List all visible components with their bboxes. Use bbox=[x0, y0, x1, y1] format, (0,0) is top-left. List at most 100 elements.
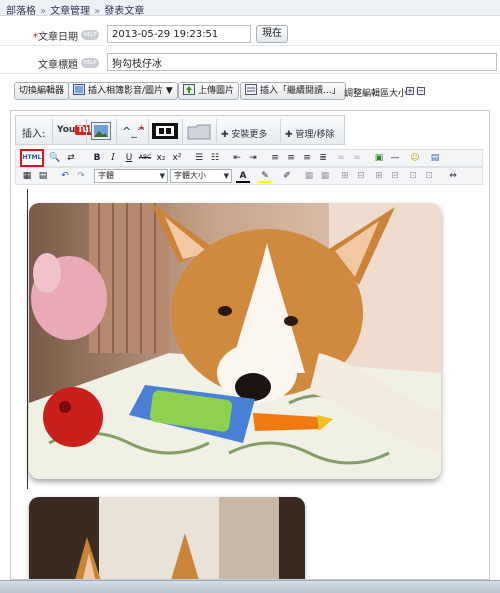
adjust-size-label: 調整編輯區大小 bbox=[344, 89, 408, 99]
breadcrumb-post-article: 發表文章 bbox=[104, 6, 145, 17]
folder-icon bbox=[187, 124, 211, 140]
smiley-icon[interactable]: ☺ bbox=[408, 151, 422, 165]
col-insert-icon[interactable]: ⊞ bbox=[372, 169, 386, 183]
plus-icon: ✚ bbox=[221, 130, 232, 140]
highlight-color-icon[interactable]: ✎ bbox=[258, 169, 272, 183]
align-left-icon[interactable]: ≡ bbox=[268, 151, 282, 165]
upload-image-button[interactable]: 上傳圖片 bbox=[178, 82, 240, 100]
date-label-text: 文章日期 bbox=[38, 32, 78, 43]
svg-text:+: + bbox=[138, 123, 144, 132]
paste-word-icon[interactable]: ▤ bbox=[36, 169, 50, 183]
manage-plugins-button[interactable]: ✚ 管理/移除 bbox=[280, 119, 346, 143]
date-field[interactable] bbox=[107, 25, 251, 43]
breadcrumb-separator: » bbox=[94, 6, 101, 17]
folder-plugin[interactable] bbox=[182, 119, 214, 143]
chevron-down-icon: ▼ bbox=[163, 86, 173, 96]
install-more-button[interactable]: ✚ 安裝更多 bbox=[216, 119, 278, 143]
replace-icon[interactable]: ⇄ bbox=[64, 151, 78, 165]
emoticon-plugin[interactable]: ^_^ + bbox=[116, 119, 146, 143]
fullscreen-icon[interactable]: ⇔ bbox=[446, 169, 460, 183]
text-color-icon[interactable]: A bbox=[236, 169, 250, 183]
film-icon bbox=[152, 123, 178, 139]
subscript-icon[interactable]: x₂ bbox=[154, 151, 168, 165]
editor-tools-row: 切換編輯器 插入相簿影音/圖片 ▼ 上傳圖片 插入「繼續閱讀...」 調整編輯區… bbox=[0, 80, 500, 104]
merge-cell-icon[interactable]: ⊡ bbox=[422, 169, 436, 183]
underline-icon[interactable]: U bbox=[122, 151, 136, 165]
help-icon[interactable]: HELP bbox=[81, 58, 99, 68]
superscript-icon[interactable]: x² bbox=[170, 151, 184, 165]
font-family-select[interactable]: 字體 ▼ bbox=[94, 169, 168, 183]
date-row: *文章日期 HELP 現在 bbox=[0, 22, 500, 46]
breadcrumb: 部落格» 文章管理» 發表文章 bbox=[0, 0, 500, 17]
text-caret bbox=[27, 189, 28, 489]
media-icon[interactable]: ▤ bbox=[428, 151, 442, 165]
breadcrumb-separator: » bbox=[40, 6, 47, 17]
plus-icon: ✚ bbox=[285, 130, 296, 140]
youtube-text: You bbox=[57, 125, 76, 135]
corgi-photo[interactable] bbox=[29, 203, 441, 479]
italic-icon[interactable]: I bbox=[106, 151, 120, 165]
upload-icon bbox=[183, 84, 195, 95]
insert-readmore-button[interactable]: 插入「繼續閱讀...」 bbox=[240, 82, 346, 100]
outdent-icon[interactable]: ⇤ bbox=[230, 151, 244, 165]
date-label: *文章日期 bbox=[30, 28, 78, 43]
font-size-value: 字體大小 bbox=[174, 171, 206, 180]
split-cell-icon[interactable]: ⊡ bbox=[406, 169, 420, 183]
expand-icon[interactable]: + bbox=[406, 87, 414, 95]
video-plugin[interactable] bbox=[148, 119, 180, 143]
cell-props-icon[interactable]: ▦ bbox=[318, 169, 332, 183]
row-insert-icon[interactable]: ⊞ bbox=[338, 169, 352, 183]
bold-icon[interactable]: B bbox=[90, 151, 104, 165]
editor-content[interactable] bbox=[15, 189, 483, 579]
title-field[interactable] bbox=[107, 53, 497, 71]
switch-editor-button[interactable]: 切換編輯器 bbox=[14, 82, 70, 100]
edit-icon[interactable]: ✐ bbox=[280, 169, 294, 183]
photo-icon bbox=[91, 122, 111, 140]
align-justify-icon[interactable]: ≣ bbox=[316, 151, 330, 165]
bullet-list-icon[interactable]: ☷ bbox=[208, 151, 222, 165]
photo-plugin[interactable] bbox=[86, 119, 114, 143]
album-icon bbox=[73, 84, 85, 95]
collapse-icon[interactable]: − bbox=[417, 87, 425, 95]
link-icon[interactable]: ∞ bbox=[334, 151, 348, 165]
plugin-bar: 插入: You Tube ^_^ + ✚ 安裝更多 ✚ 管理/移除 bbox=[15, 115, 345, 145]
chevron-down-icon: ▼ bbox=[223, 172, 229, 180]
second-photo-image bbox=[29, 497, 305, 579]
rich-text-editor: 插入: You Tube ^_^ + ✚ 安裝更多 ✚ 管理/移除 HTML 🔍 ⇄… bbox=[10, 110, 490, 580]
strikethrough-icon[interactable]: ABC bbox=[138, 151, 152, 165]
indent-icon[interactable]: ⇥ bbox=[246, 151, 260, 165]
youtube-plugin[interactable]: You Tube bbox=[52, 119, 104, 143]
table-props-icon[interactable]: ▦ bbox=[302, 169, 316, 183]
redo-icon[interactable]: ↷ bbox=[74, 169, 88, 183]
align-right-icon[interactable]: ≡ bbox=[300, 151, 314, 165]
title-label: 文章標題 bbox=[38, 60, 78, 71]
image-icon[interactable]: ▣ bbox=[372, 151, 386, 165]
table-icon[interactable]: ▦ bbox=[20, 169, 34, 183]
breadcrumb-article-manage[interactable]: 文章管理 bbox=[50, 2, 90, 17]
unlink-icon[interactable]: ∞ bbox=[350, 151, 364, 165]
switch-editor-label: 切換編輯器 bbox=[19, 86, 65, 96]
font-size-select[interactable]: 字體大小 ▼ bbox=[170, 169, 232, 183]
manage-plugins: ✚ 管理/移除 bbox=[285, 127, 334, 140]
install-more-label: 安裝更多 bbox=[231, 130, 268, 140]
row-delete-icon[interactable]: ⊟ bbox=[354, 169, 368, 183]
insert-readmore-label: 插入「繼續閱讀...」 bbox=[260, 86, 341, 96]
chevron-down-icon: ▼ bbox=[159, 172, 165, 180]
find-icon[interactable]: 🔍 bbox=[48, 151, 62, 165]
breadcrumb-blog[interactable]: 部落格 bbox=[6, 2, 36, 17]
insert-album-button[interactable]: 插入相簿影音/圖片 ▼ bbox=[68, 82, 178, 100]
undo-icon[interactable]: ↶ bbox=[58, 169, 72, 183]
readmore-icon bbox=[245, 84, 257, 95]
col-delete-icon[interactable]: ⊟ bbox=[388, 169, 402, 183]
insert-album-label: 插入相簿影音/圖片 bbox=[88, 86, 164, 96]
now-button[interactable]: 現在 bbox=[256, 25, 288, 43]
horizontal-rule-icon[interactable]: — bbox=[388, 151, 402, 165]
help-icon[interactable]: HELP bbox=[81, 30, 99, 40]
corgi-photo-image bbox=[29, 203, 441, 479]
second-photo[interactable] bbox=[29, 497, 305, 579]
html-mode-button[interactable]: HTML bbox=[20, 149, 44, 167]
install-more: ✚ 安裝更多 bbox=[221, 127, 267, 140]
ordered-list-icon[interactable]: ☰ bbox=[192, 151, 206, 165]
align-center-icon[interactable]: ≡ bbox=[284, 151, 298, 165]
format-toolbar-2: ▦ ▤ ↶ ↷ 字體 ▼ 字體大小 ▼ A ✎ ✐ ▦ ▦ ⊞ ⊟ ⊞ ⊟ ⊡ ⊡ … bbox=[15, 167, 483, 185]
